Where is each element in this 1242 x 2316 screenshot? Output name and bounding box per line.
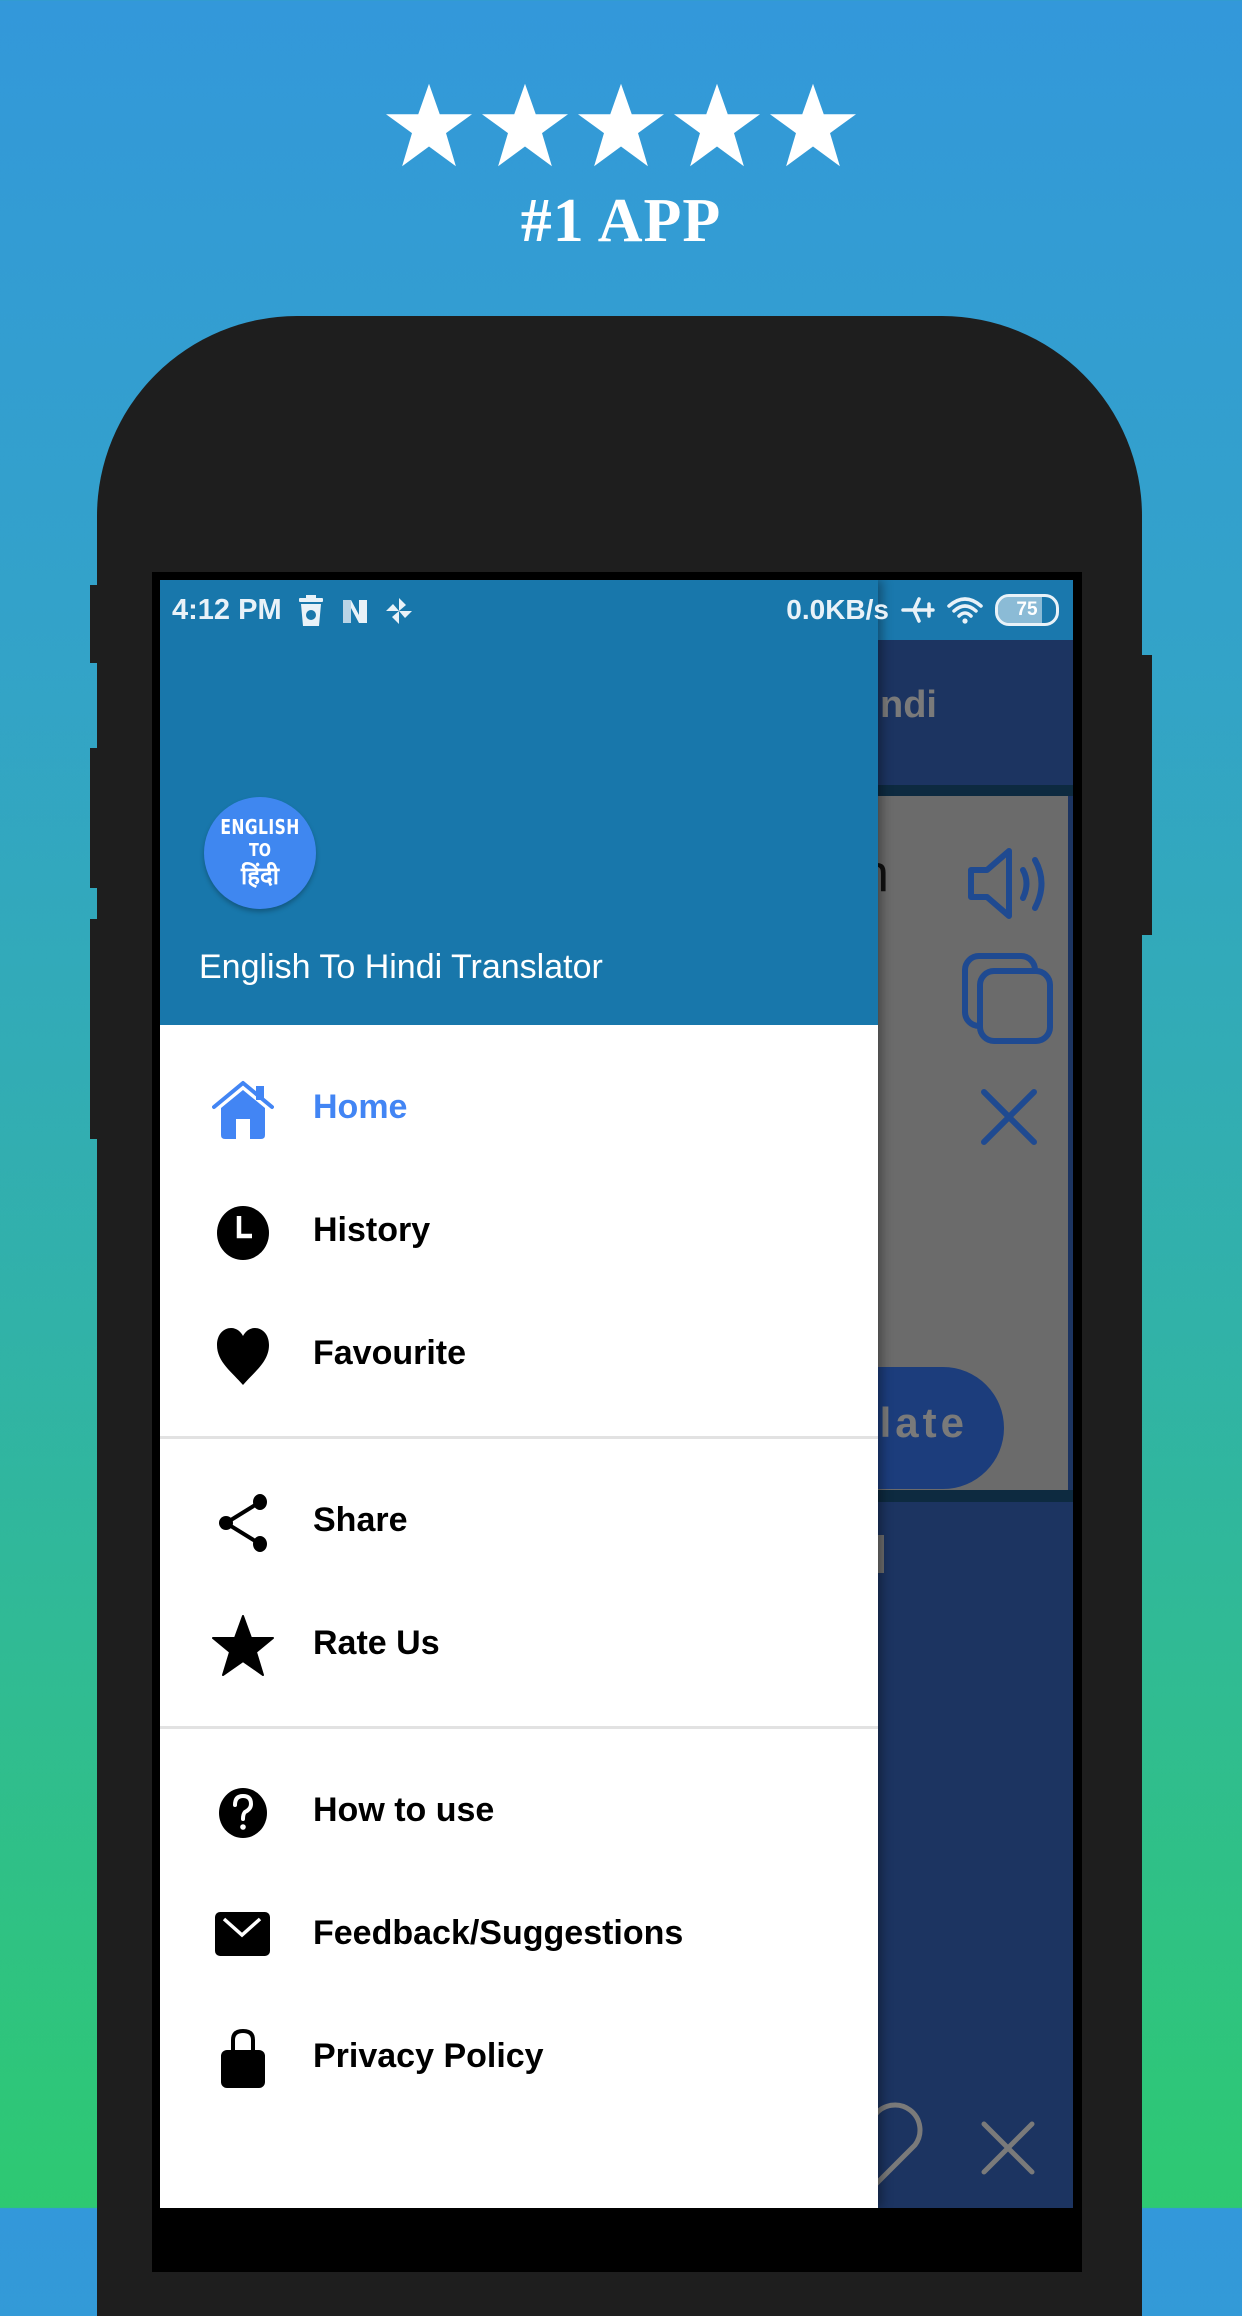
menu-item-share[interactable]: Share	[160, 1468, 878, 1578]
star-icon	[578, 83, 664, 167]
menu-label: Share	[313, 1501, 408, 1539]
airplane-mode-icon	[901, 597, 935, 623]
star-icon	[386, 83, 472, 167]
logo-line-2: TO	[248, 840, 272, 861]
battery-level-text: 75	[1016, 599, 1038, 620]
star-icon	[770, 83, 856, 167]
pinwheel-icon	[385, 597, 412, 624]
app-name: English To Hindi Translator	[199, 948, 603, 986]
menu-item-history[interactable]: History	[160, 1178, 878, 1288]
logo-line-1: ENGLISH	[220, 815, 300, 839]
lock-icon	[221, 2028, 265, 2088]
menu-label: Feedback/Suggestions	[313, 1914, 684, 1952]
status-time: 4:12 PM	[172, 594, 282, 626]
output-text-cursor	[878, 1535, 884, 1573]
clear-icon[interactable]	[978, 1086, 1040, 1148]
mail-icon	[215, 1912, 270, 1956]
menu-item-rate-us[interactable]: Rate Us	[160, 1591, 878, 1701]
copy-icon[interactable]	[960, 951, 1055, 1046]
network-speed: 0.0KB/s	[786, 594, 889, 625]
clock-icon	[217, 1206, 269, 1260]
help-icon	[219, 1788, 267, 1838]
navigation-drawer: 4:12 PM ENGLISH TO हिंदी English To Hind…	[160, 580, 878, 2208]
menu-item-home[interactable]: Home	[160, 1055, 878, 1165]
menu-label: Privacy Policy	[313, 2037, 544, 2075]
menu-divider	[160, 1436, 878, 1439]
share-icon	[219, 1494, 267, 1552]
status-bar-left: 4:12 PM	[172, 594, 414, 627]
wifi-icon	[947, 597, 983, 624]
app-logo: ENGLISH TO हिंदी	[204, 797, 316, 909]
menu-label: History	[313, 1211, 431, 1249]
speaker-icon[interactable]	[965, 846, 1050, 921]
menu-label: Rate Us	[313, 1624, 440, 1662]
menu-label: Favourite	[313, 1334, 467, 1372]
n-notification-icon	[342, 599, 367, 623]
status-bar-right-icons: 0.0KB/s 75	[786, 594, 1059, 626]
android-cleaner-icon	[298, 594, 323, 626]
star-icon	[212, 1615, 274, 1676]
menu-label: How to use	[313, 1791, 495, 1829]
close-icon[interactable]	[978, 2118, 1038, 2178]
menu-item-how-to-use[interactable]: How to use	[160, 1758, 878, 1868]
menu-item-privacy-policy[interactable]: Privacy Policy	[160, 2004, 878, 2114]
menu-divider	[160, 1726, 878, 1729]
star-icon	[482, 83, 568, 167]
star-icon	[674, 83, 760, 167]
rating-stars	[0, 82, 1242, 172]
menu-label: Home	[313, 1088, 408, 1126]
drawer-header: 4:12 PM ENGLISH TO हिंदी English To Hind…	[160, 580, 878, 1025]
battery-icon: 75	[995, 594, 1059, 626]
promo-tagline: #1 APP	[520, 187, 722, 255]
phone-screen: Hindi h late 4:12 PM	[160, 580, 1073, 2208]
home-icon	[212, 1081, 274, 1139]
menu-item-favourite[interactable]: Favourite	[160, 1301, 878, 1411]
logo-line-3: हिंदी	[241, 862, 279, 890]
heart-icon	[217, 1328, 269, 1385]
menu-item-feedback[interactable]: Feedback/Suggestions	[160, 1881, 878, 1991]
